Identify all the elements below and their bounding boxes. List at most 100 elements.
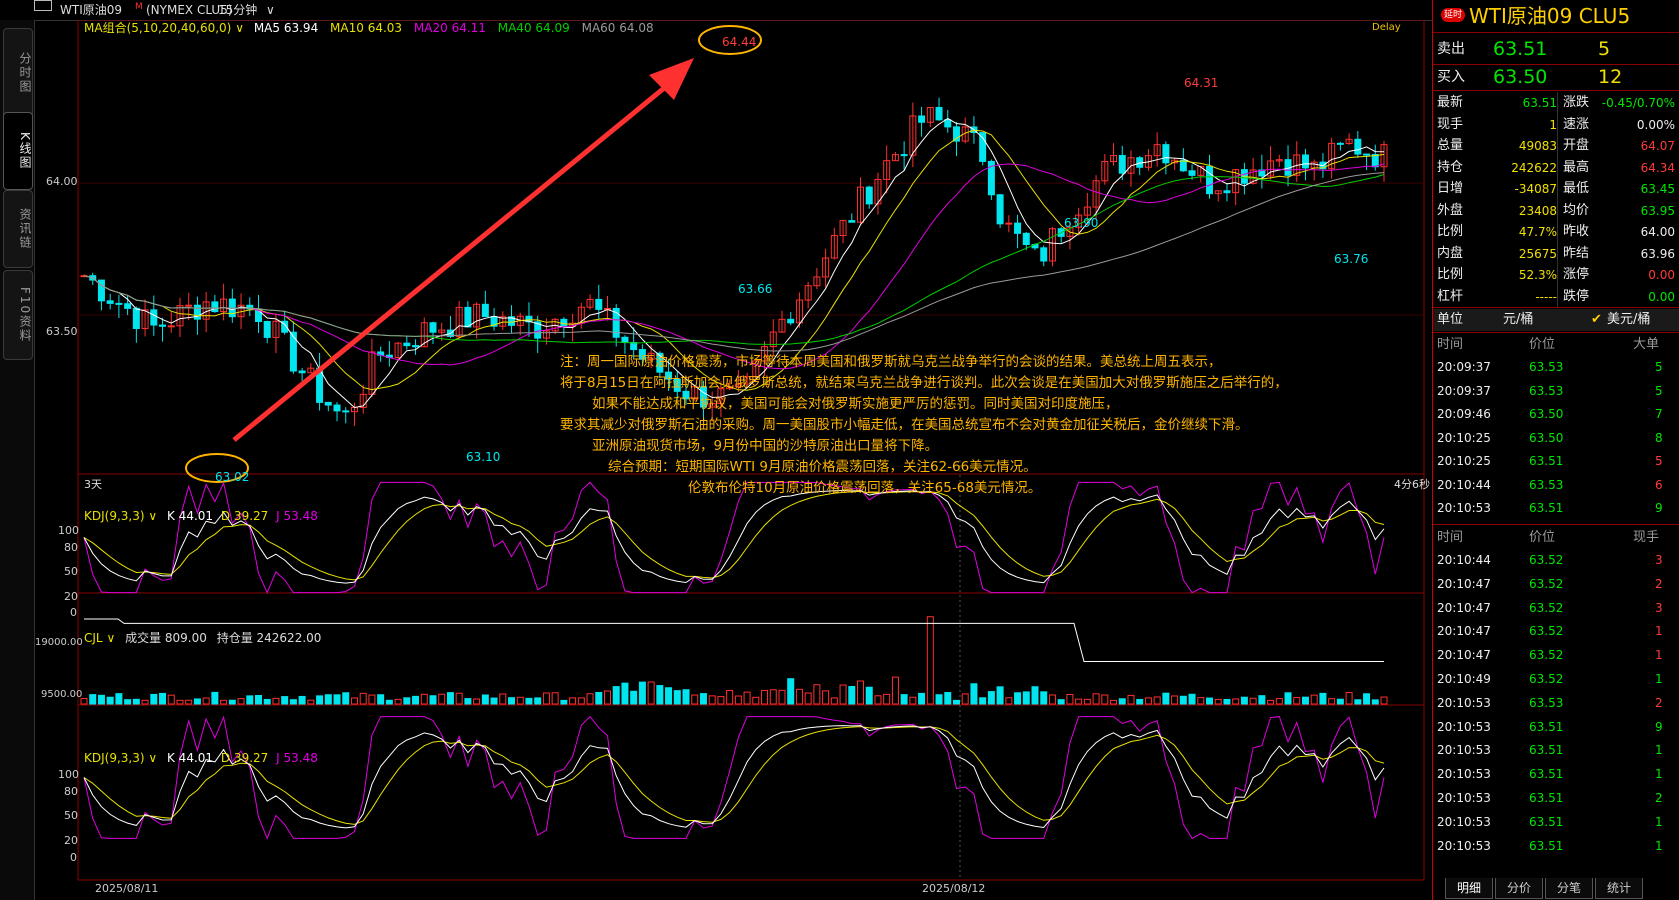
chevron-down-icon[interactable]: ∨ — [148, 509, 157, 523]
check-icon: ✔ — [1591, 312, 1602, 327]
volume-bar — [1092, 693, 1100, 705]
volume-bar — [1014, 692, 1022, 705]
volume-bar — [542, 692, 550, 705]
trade-row[interactable]: 20:10:53 63.51 1 — [1433, 739, 1679, 761]
trade-row[interactable]: 20:10:53 63.51 2 — [1433, 787, 1679, 809]
tab-price-dist[interactable]: 分价 — [1495, 878, 1543, 899]
kdj-indicator-label[interactable]: KDJ(9,3,3) — [84, 509, 145, 523]
tick-row[interactable]: 20:10:25 63.50 8 — [1433, 427, 1679, 449]
tab-ticks[interactable]: 分笔 — [1545, 878, 1593, 899]
tick-price: 63.53 — [1529, 477, 1564, 492]
stat-row: 最新 63.51 涨跌 -0.45/0.70% — [1433, 92, 1679, 114]
symbol-name: WTI原油09 — [60, 3, 123, 17]
candle — [1022, 232, 1030, 246]
stat-value: 47.7% — [1518, 225, 1557, 239]
stat-value: 1 — [1549, 117, 1557, 132]
cjl-indicator-label[interactable]: CJL — [84, 631, 103, 645]
candle — [1179, 159, 1187, 172]
stat-value: 0.00% — [1636, 117, 1675, 132]
trade-row[interactable]: 20:10:47 63.52 3 — [1433, 597, 1679, 619]
ask-price: 63.51 — [1493, 38, 1548, 60]
note-line: 注：周一国际原油价格震荡，市场等待本周美国和俄罗斯就乌克兰战争举行的会谈的结果。… — [560, 354, 1222, 370]
candle — [865, 186, 873, 205]
candle — [787, 318, 795, 324]
trade-row[interactable]: 20:10:53 63.51 1 — [1433, 763, 1679, 785]
volume-bar — [1057, 699, 1065, 705]
volume-bar — [1162, 692, 1170, 705]
volume-bar — [795, 688, 803, 705]
volume-bar — [1363, 693, 1371, 705]
stat-label: 日增 — [1437, 181, 1464, 196]
ma-indicator-label[interactable]: MA组合(5,10,20,40,60,0) — [84, 21, 231, 35]
stat-label: 持仓 — [1437, 159, 1464, 175]
candle — [150, 309, 158, 326]
candle — [979, 132, 987, 162]
volume-bar — [874, 695, 882, 705]
trade-row[interactable]: 20:10:49 63.52 1 — [1433, 668, 1679, 690]
chevron-down-icon[interactable]: ∨ — [148, 751, 157, 765]
candle — [952, 126, 960, 142]
candle — [159, 324, 167, 327]
trade-time: 20:10:49 — [1437, 672, 1491, 686]
ma20-value: 64.11 — [451, 21, 486, 35]
trade-row[interactable]: 20:10:47 63.52 1 — [1433, 644, 1679, 666]
candle — [167, 325, 175, 328]
volume-bar — [508, 697, 516, 705]
volume-bar — [621, 682, 629, 705]
ticks-header-vol: 大单 — [1633, 337, 1660, 352]
tab-stats[interactable]: 统计 — [1595, 878, 1643, 899]
volume-bar — [202, 697, 210, 705]
trade-time: 20:10:47 — [1437, 576, 1491, 591]
trade-row[interactable]: 20:10:44 63.52 3 — [1433, 549, 1679, 571]
trade-row[interactable]: 20:10:47 63.52 1 — [1433, 620, 1679, 642]
tick-row[interactable]: 20:10:53 63.51 9 — [1433, 497, 1679, 519]
tick-row[interactable]: 20:09:37 63.53 5 — [1433, 380, 1679, 402]
tick-price: 63.50 — [1529, 430, 1564, 445]
tab-f10[interactable]: F10资料 — [3, 270, 33, 360]
unit-option-usd[interactable]: 美元/桶 — [1607, 309, 1650, 331]
stat-label: 昨结 — [1563, 245, 1590, 261]
tab-detail[interactable]: 明细 — [1445, 878, 1493, 899]
trade-price: 63.52 — [1529, 624, 1564, 639]
trade-row[interactable]: 20:10:53 63.53 2 — [1433, 692, 1679, 714]
candle — [1363, 153, 1371, 156]
volume-bar — [150, 693, 158, 705]
tab-kline[interactable]: K线图 — [3, 112, 33, 190]
chevron-down-icon[interactable]: ∨ — [235, 21, 244, 35]
tab-news[interactable]: 资讯链 — [3, 190, 33, 268]
stat-label: 比例 — [1437, 224, 1464, 239]
volume-bar — [176, 699, 184, 705]
volume-bar — [1083, 698, 1091, 705]
range-days-label: 3天 — [84, 478, 102, 491]
trade-vol: 2 — [1655, 791, 1663, 805]
volume-bar — [141, 699, 149, 705]
chevron-down-icon[interactable]: ∨ — [106, 631, 115, 645]
chevron-down-icon[interactable]: ∨ — [266, 0, 275, 20]
trade-row[interactable]: 20:10:47 63.52 2 — [1433, 573, 1679, 595]
bid-price: 63.50 — [1493, 66, 1548, 88]
trade-row[interactable]: 20:10:53 63.51 1 — [1433, 835, 1679, 857]
trade-row[interactable]: 20:10:53 63.51 9 — [1433, 716, 1679, 738]
trade-row[interactable]: 20:10:53 63.51 1 — [1433, 811, 1679, 833]
candle — [464, 306, 472, 328]
tick-row[interactable]: 20:10:25 63.51 5 — [1433, 450, 1679, 472]
tick-row[interactable]: 20:09:37 63.53 5 — [1433, 356, 1679, 378]
unit-option-yuan[interactable]: 元/桶 — [1503, 309, 1533, 331]
period-selector[interactable]: 15分钟 — [218, 0, 257, 20]
volume-bar — [952, 699, 960, 705]
kdj-indicator-label[interactable]: KDJ(9,3,3) — [84, 751, 145, 765]
tick-row[interactable]: 20:10:44 63.53 6 — [1433, 474, 1679, 496]
tick-vol: 9 — [1655, 501, 1663, 515]
trade-price: 63.51 — [1529, 838, 1564, 853]
volume-bar — [944, 692, 952, 705]
tab-intraday[interactable]: 分时图 — [3, 28, 33, 118]
volume-bar — [603, 690, 611, 705]
stat-value: ----- — [1535, 289, 1557, 304]
volume-bar — [909, 696, 917, 705]
volume-bar — [961, 693, 969, 705]
stat-value: 63.45 — [1640, 182, 1675, 196]
stat-label: 外盘 — [1437, 202, 1464, 218]
candle — [900, 154, 908, 157]
tick-row[interactable]: 20:09:46 63.50 7 — [1433, 403, 1679, 425]
volume-bar — [830, 697, 838, 705]
